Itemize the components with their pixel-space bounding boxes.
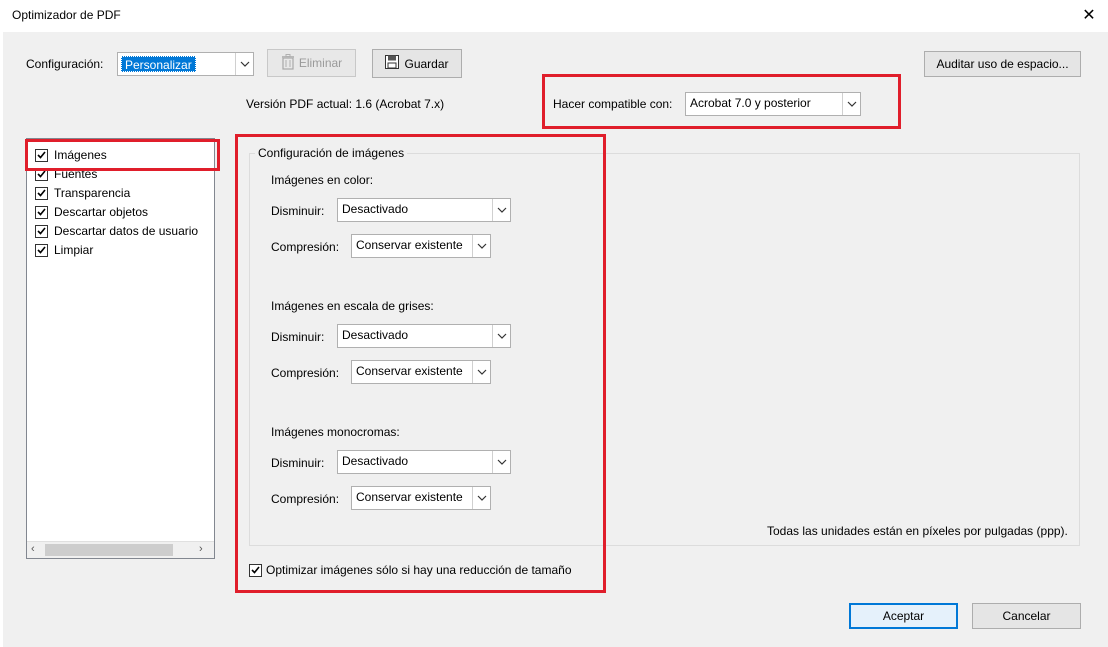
delete-button-label: Eliminar: [298, 56, 343, 70]
chevron-down-icon: [492, 451, 510, 473]
panel-item-label: Descartar objetos: [54, 205, 149, 219]
config-select-value: Personalizar: [121, 56, 196, 72]
panel-item-label: Imágenes: [54, 148, 107, 162]
ok-button[interactable]: Aceptar: [849, 603, 958, 629]
select-value: Desactivado: [342, 454, 409, 468]
checkbox[interactable]: [35, 224, 48, 238]
optimize-if-smaller-label: Optimizar imágenes sólo si hay una reduc…: [266, 563, 572, 577]
group-title: Configuración de imágenes: [255, 146, 408, 160]
checkbox[interactable]: [35, 243, 48, 257]
checkbox[interactable]: [249, 563, 262, 577]
panel-item-fonts[interactable]: Fuentes: [35, 165, 97, 183]
units-note: Todas las unidades están en píxeles por …: [767, 524, 1068, 538]
color-downsample-label: Disminuir:: [271, 204, 325, 218]
close-icon: ✕: [1082, 7, 1096, 24]
checkbox[interactable]: [35, 186, 48, 200]
select-value: Desactivado: [342, 328, 409, 342]
cancel-button[interactable]: Cancelar: [972, 603, 1081, 629]
title-bar: [0, 0, 1108, 32]
compat-select[interactable]: Acrobat 7.0 y posterior: [685, 92, 861, 116]
save-button[interactable]: Guardar: [372, 49, 462, 78]
select-value: Conservar existente: [356, 490, 463, 504]
mono-compression-select[interactable]: Conservar existente: [351, 486, 491, 510]
mono-images-heading: Imágenes monocromas:: [271, 425, 400, 439]
panel-item-discard-user-data[interactable]: Descartar datos de usuario: [35, 222, 198, 240]
horizontal-scrollbar[interactable]: ‹ ›: [27, 541, 214, 558]
panel-item-label: Transparencia: [54, 186, 131, 200]
chevron-down-icon: [492, 199, 510, 221]
floppy-disk-icon: [385, 55, 400, 72]
config-select[interactable]: Personalizar: [117, 52, 254, 76]
window-title: Optimizador de PDF: [12, 8, 121, 22]
gray-downsample-select[interactable]: Desactivado: [337, 324, 511, 348]
compat-select-value: Acrobat 7.0 y posterior: [690, 96, 811, 110]
panel-item-clean-up[interactable]: Limpiar: [35, 241, 93, 259]
chevron-down-icon: [472, 235, 490, 257]
select-value: Conservar existente: [356, 364, 463, 378]
config-label: Configuración:: [26, 57, 104, 71]
color-downsample-select[interactable]: Desactivado: [337, 198, 511, 222]
chevron-down-icon: [472, 361, 490, 383]
panel-item-label: Limpiar: [54, 243, 94, 257]
scrollbar-thumb[interactable]: [45, 544, 173, 556]
save-button-label: Guardar: [404, 56, 449, 71]
panel-item-discard-objects[interactable]: Descartar objetos: [35, 203, 148, 221]
checkbox[interactable]: [35, 205, 48, 219]
chevron-down-icon: [235, 53, 253, 75]
chevron-down-icon: [492, 325, 510, 347]
window-edge: [0, 32, 3, 647]
mono-compression-label: Compresión:: [271, 492, 340, 506]
panel-item-images[interactable]: Imágenes: [35, 146, 107, 164]
trash-icon: [281, 53, 295, 73]
select-value: Conservar existente: [356, 238, 463, 252]
panel-item-label: Fuentes: [54, 167, 98, 181]
select-value: Desactivado: [342, 202, 409, 216]
panel-list: Imágenes Fuentes Transparencia Descartar…: [26, 138, 215, 559]
gray-compression-select[interactable]: Conservar existente: [351, 360, 491, 384]
compat-label: Hacer compatible con:: [553, 97, 673, 111]
mono-downsample-select[interactable]: Desactivado: [337, 450, 511, 474]
panel-item-transparency[interactable]: Transparencia: [35, 184, 130, 202]
color-compression-select[interactable]: Conservar existente: [351, 234, 491, 258]
color-compression-label: Compresión:: [271, 240, 340, 254]
color-images-heading: Imágenes en color:: [271, 173, 374, 187]
scroll-right-icon[interactable]: ›: [199, 543, 203, 555]
checkbox[interactable]: [35, 148, 48, 162]
current-pdf-version: Versión PDF actual: 1.6 (Acrobat 7.x): [246, 97, 445, 111]
panel-item-label: Descartar datos de usuario: [54, 224, 199, 238]
chevron-down-icon: [472, 487, 490, 509]
chevron-down-icon: [842, 93, 860, 115]
gray-downsample-label: Disminuir:: [271, 330, 325, 344]
mono-downsample-label: Disminuir:: [271, 456, 325, 470]
close-button[interactable]: ✕: [1076, 3, 1102, 27]
gray-images-heading: Imágenes en escala de grises:: [271, 299, 434, 313]
scroll-left-icon[interactable]: ‹: [31, 543, 35, 555]
audit-space-button[interactable]: Auditar uso de espacio...: [924, 51, 1081, 77]
optimize-if-smaller-option[interactable]: Optimizar imágenes sólo si hay una reduc…: [249, 563, 572, 577]
delete-button[interactable]: Eliminar: [267, 49, 356, 77]
checkbox[interactable]: [35, 167, 48, 181]
gray-compression-label: Compresión:: [271, 366, 340, 380]
